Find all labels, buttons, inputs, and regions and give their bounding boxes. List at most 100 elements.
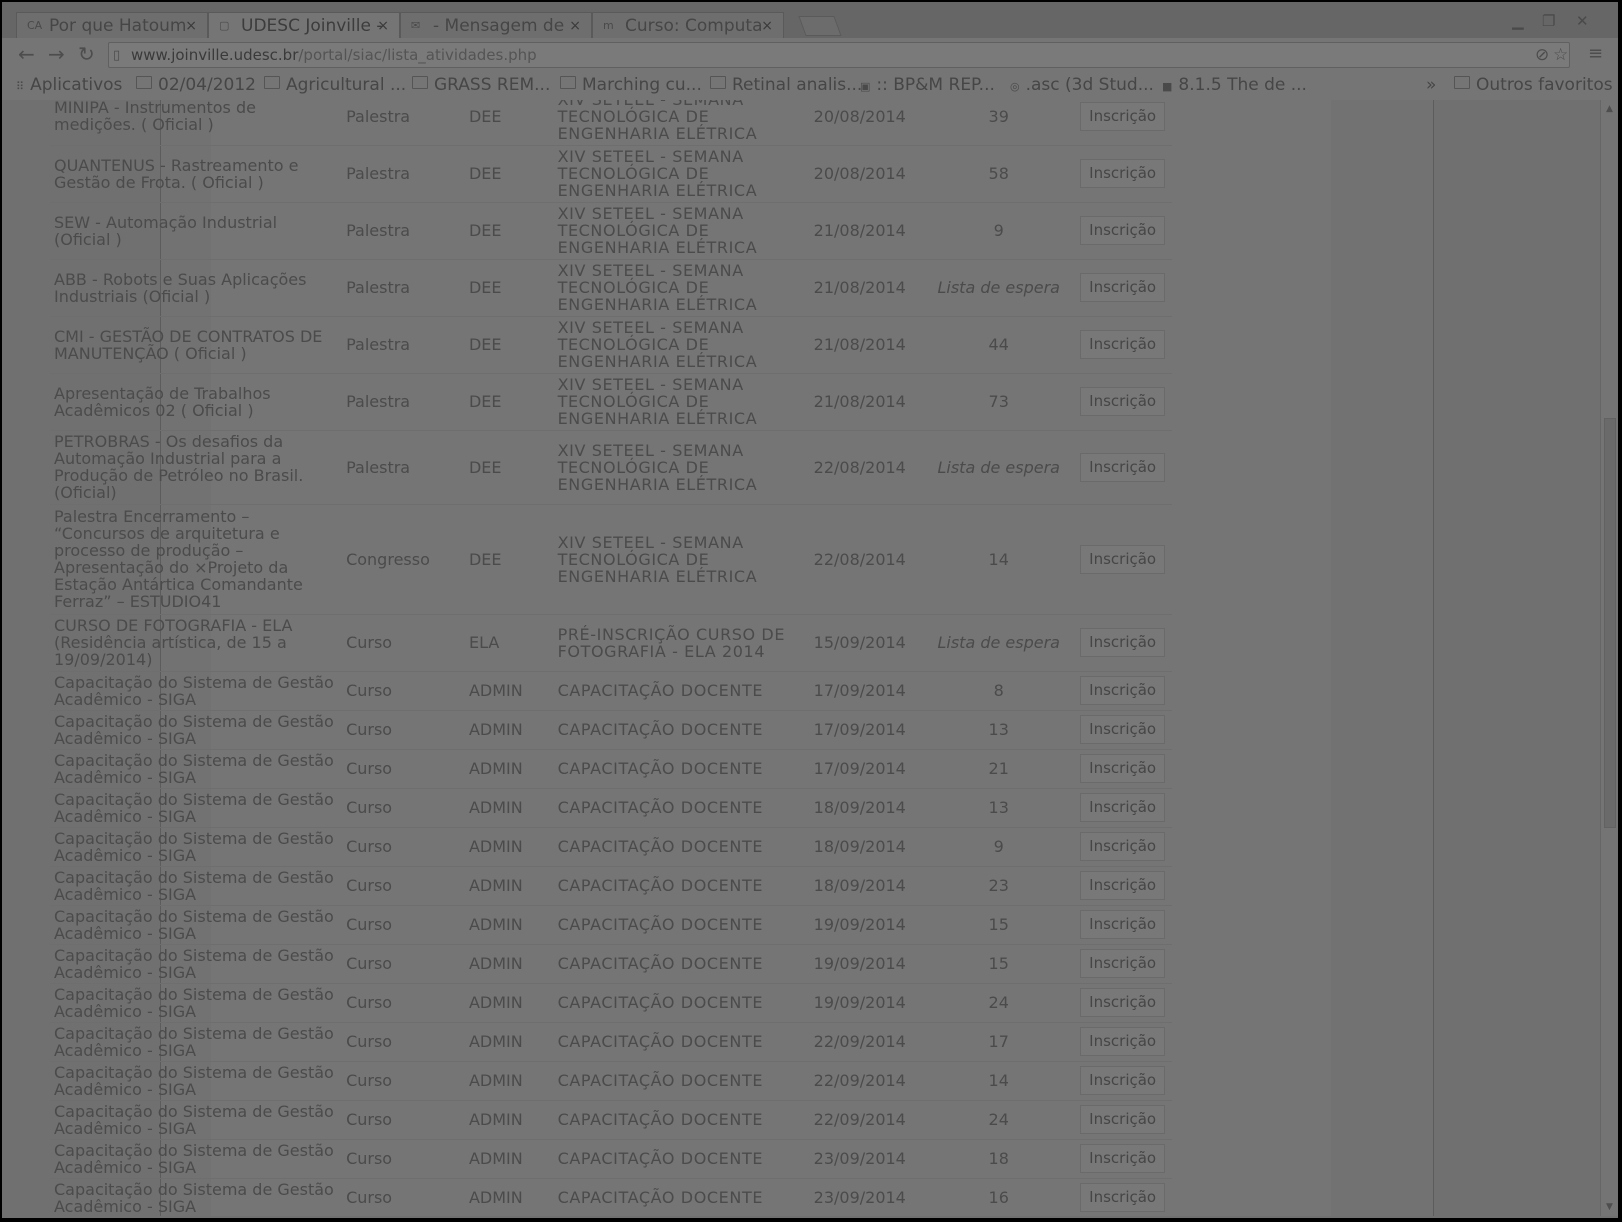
forward-arrow-icon[interactable]: → bbox=[48, 42, 65, 66]
inscricao-button[interactable]: Inscrição bbox=[1080, 387, 1166, 416]
activity-department: DEE bbox=[464, 202, 554, 260]
inscricao-button[interactable]: Inscrição bbox=[1080, 216, 1166, 245]
inscricao-button[interactable]: Inscrição bbox=[1080, 676, 1166, 705]
inscricao-button[interactable]: Inscrição bbox=[1080, 988, 1166, 1017]
menu-icon[interactable]: ≡ bbox=[1588, 42, 1603, 66]
activity-vacancies: 14 bbox=[924, 504, 1074, 615]
close-tab-icon[interactable]: × bbox=[185, 13, 197, 38]
bookmark-star-icon[interactable]: ☆ bbox=[1553, 45, 1568, 65]
inscricao-button[interactable]: Inscrição bbox=[1080, 715, 1166, 744]
inscricao-button[interactable]: Inscrição bbox=[1080, 1105, 1166, 1134]
activity-event: CAPACITAÇÃO DOCENTE bbox=[553, 905, 796, 945]
action-cell: Inscrição bbox=[1073, 905, 1172, 945]
activity-row: Capacitação do Sistema de Gestão Acadêmi… bbox=[50, 749, 1172, 789]
minimize-icon[interactable]: ▁ bbox=[1512, 12, 1524, 30]
url-text[interactable]: www.joinville.udesc.br/portal/siac/lista… bbox=[131, 46, 537, 64]
bookmark-item[interactable]: Marching cu... bbox=[560, 75, 702, 95]
inscricao-button[interactable]: Inscrição bbox=[1080, 452, 1166, 482]
tab-por-que-hatoum[interactable]: CA Por que Hatoum × bbox=[16, 12, 208, 38]
bookmark-label: .asc (3d Stud... bbox=[1025, 75, 1154, 95]
activity-vacancies: Lista de espera bbox=[924, 614, 1074, 672]
moodle-icon: m bbox=[603, 19, 614, 32]
activity-title: Capacitação do Sistema de Gestão Acadêmi… bbox=[50, 1100, 343, 1140]
reload-icon[interactable]: ↻ bbox=[78, 42, 95, 66]
activity-title: Capacitação do Sistema de Gestão Acadêmi… bbox=[50, 788, 343, 828]
activity-event: XIV SETEEL - SEMANA TECNOLÓGICA DE ENGEN… bbox=[553, 504, 796, 615]
activity-date: 18/09/2014 bbox=[795, 827, 925, 867]
activity-event: CAPACITAÇÃO DOCENTE bbox=[553, 983, 796, 1023]
activity-vacancies: 73 bbox=[924, 373, 1074, 431]
activity-vacancies: 14 bbox=[924, 1061, 1074, 1101]
bookmark-item[interactable]: Retinal analis... bbox=[710, 75, 862, 95]
extension-check-icon[interactable]: ⊘ bbox=[1535, 45, 1549, 65]
page-viewport: MINIPA - Instrumentos de medições. ( Ofi… bbox=[2, 100, 1600, 1216]
bookmark-item[interactable]: ■ 8.1.5 The de ... bbox=[1162, 75, 1307, 95]
bookmark-item[interactable]: Agricultural ... bbox=[264, 75, 406, 95]
action-cell: Inscrição bbox=[1073, 259, 1172, 317]
inscricao-button[interactable]: Inscrição bbox=[1080, 1144, 1166, 1173]
activity-vacancies: 13 bbox=[924, 710, 1074, 750]
inscricao-button[interactable]: Inscrição bbox=[1080, 273, 1166, 302]
activity-date: 22/08/2014 bbox=[795, 430, 925, 505]
inscricao-button[interactable]: Inscrição bbox=[1080, 628, 1166, 657]
browser-toolbar: ← → ↻ ▯ www.joinville.udesc.br/portal/si… bbox=[2, 38, 1618, 72]
action-cell: Inscrição bbox=[1073, 614, 1172, 672]
activity-type: Curso bbox=[342, 1178, 465, 1216]
inscricao-button[interactable]: Inscrição bbox=[1080, 910, 1166, 939]
action-cell: Inscrição bbox=[1073, 1022, 1172, 1062]
inscricao-button[interactable]: Inscrição bbox=[1080, 754, 1166, 783]
inscricao-button[interactable]: Inscrição bbox=[1080, 101, 1166, 131]
inscricao-button[interactable]: Inscrição bbox=[1080, 1183, 1166, 1212]
tab-mensagem[interactable]: ✉ - Mensagem de × bbox=[400, 12, 592, 38]
activity-title: SEW - Automação Industrial (Oficial ) bbox=[50, 202, 343, 260]
activity-type: Curso bbox=[342, 1061, 465, 1101]
maximize-icon[interactable]: ❐ bbox=[1542, 12, 1555, 30]
inscricao-button[interactable]: Inscrição bbox=[1080, 544, 1166, 574]
activity-title: Capacitação do Sistema de Gestão Acadêmi… bbox=[50, 827, 343, 867]
bookmark-label: 8.1.5 The de ... bbox=[1178, 75, 1307, 95]
close-tab-icon[interactable]: × bbox=[761, 13, 773, 38]
inscricao-button[interactable]: Inscrição bbox=[1080, 949, 1166, 978]
activity-event: CAPACITAÇÃO DOCENTE bbox=[553, 788, 796, 828]
bookmark-item[interactable]: ◎ .asc (3d Stud... bbox=[1010, 75, 1154, 95]
page-info-icon[interactable]: ▯ bbox=[113, 48, 120, 63]
scroll-up-arrow-icon[interactable]: ▲ bbox=[1606, 104, 1613, 114]
bookmark-item[interactable]: 02/04/2012 bbox=[136, 75, 256, 95]
vertical-scrollbar[interactable]: ▲ ▼ bbox=[1600, 100, 1618, 1216]
activity-title: Palestra Encerramento – “Concursos de ar… bbox=[50, 504, 343, 615]
close-tab-icon[interactable]: × bbox=[377, 13, 389, 38]
inscricao-button[interactable]: Inscrição bbox=[1080, 832, 1166, 861]
activity-type: Palestra bbox=[342, 100, 465, 146]
folder-icon bbox=[1454, 76, 1470, 89]
inscricao-button[interactable]: Inscrição bbox=[1080, 793, 1166, 822]
bookmark-other-favorites[interactable]: Outros favoritos bbox=[1454, 75, 1613, 95]
activity-date: 22/09/2014 bbox=[795, 1022, 925, 1062]
activity-title: Capacitação do Sistema de Gestão Acadêmi… bbox=[50, 983, 343, 1023]
scrollbar-thumb[interactable] bbox=[1604, 418, 1616, 828]
activity-event: CAPACITAÇÃO DOCENTE bbox=[553, 866, 796, 906]
activity-type: Palestra bbox=[342, 145, 465, 203]
bookmark-apps[interactable]: ⠿ Aplicativos bbox=[16, 75, 122, 95]
close-tab-icon[interactable]: × bbox=[569, 13, 581, 38]
close-window-icon[interactable]: ✕ bbox=[1576, 12, 1589, 30]
activity-type: Curso bbox=[342, 1139, 465, 1179]
activity-row: ABB - Robots e Suas Aplicações Industria… bbox=[50, 259, 1172, 317]
scroll-down-arrow-icon[interactable]: ▼ bbox=[1606, 1202, 1613, 1212]
inscricao-button[interactable]: Inscrição bbox=[1080, 871, 1166, 900]
inscricao-button[interactable]: Inscrição bbox=[1080, 159, 1166, 188]
action-cell: Inscrição bbox=[1073, 749, 1172, 789]
inscricao-button[interactable]: Inscrição bbox=[1080, 1066, 1166, 1095]
activity-title: Capacitação do Sistema de Gestão Acadêmi… bbox=[50, 1061, 343, 1101]
bookmarks-overflow-icon[interactable]: » bbox=[1426, 75, 1436, 95]
inscricao-button[interactable]: Inscrição bbox=[1080, 1027, 1166, 1056]
activity-department: ADMIN bbox=[464, 905, 554, 945]
new-tab-button[interactable] bbox=[798, 16, 842, 36]
activity-date: 22/09/2014 bbox=[795, 1061, 925, 1101]
bookmark-item[interactable]: GRASS REM... bbox=[412, 75, 550, 95]
inscricao-button[interactable]: Inscrição bbox=[1080, 330, 1166, 359]
back-arrow-icon[interactable]: ← bbox=[18, 42, 35, 66]
tab-curso-computa[interactable]: m Curso: Computa × bbox=[592, 12, 784, 38]
address-bar[interactable]: ▯ www.joinville.udesc.br/portal/siac/lis… bbox=[108, 42, 1570, 68]
tab-udesc-joinville[interactable]: ▢ UDESC Joinville - × bbox=[208, 12, 400, 38]
bookmark-item[interactable]: ▣:: BP&M REP... bbox=[860, 75, 995, 95]
